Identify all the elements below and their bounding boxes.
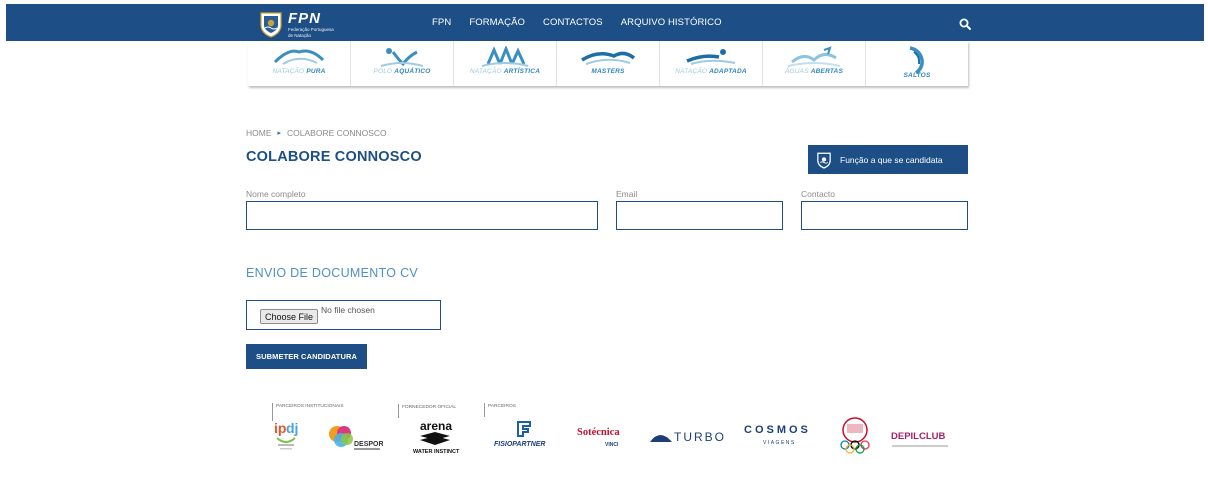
page-title: COLABORE CONNOSCO: [246, 149, 422, 165]
natacao-adaptada-icon: [686, 49, 736, 65]
group-label-partners: PARCEIROS: [484, 403, 516, 417]
main-nav: FPN FORMAÇÃO CONTACTOS ARQUIVO HISTÓRICO: [432, 17, 722, 28]
discipline-natacao-pura[interactable]: NATAÇÃO PURA: [248, 41, 351, 86]
discipline-label: NATAÇÃO PURA: [272, 68, 326, 75]
depilclub-tagline-line: [892, 445, 948, 447]
group-label-supplier: FORNECEDOR OFICIAL: [398, 404, 456, 418]
discipline-saltos[interactable]: SALTOS: [866, 41, 968, 86]
page: FPN Federação Portuguesa de Natação FPN …: [0, 0, 1208, 483]
fisiopartner-name: FISIOPARTNER: [494, 441, 546, 448]
breadcrumb-current: COLABORE CONNOSCO: [287, 128, 387, 138]
discipline-natacao-adaptada[interactable]: NATAÇÃO ADAPTADA: [660, 41, 763, 86]
fpn-logo[interactable]: FPN Federação Portuguesa de Natação: [258, 8, 348, 40]
name-input[interactable]: [246, 201, 598, 230]
arena-diamond-icon: [420, 432, 450, 445]
nav-arquivo-historico[interactable]: ARQUIVO HISTÓRICO: [621, 17, 722, 28]
discipline-label: MASTERS: [591, 68, 625, 75]
email-input[interactable]: [616, 201, 783, 230]
polo-aquatico-icon: [380, 48, 424, 67]
discipline-label: SALTOS: [903, 72, 931, 79]
discipline-label: NATAÇÃO ADAPTADA: [675, 68, 747, 75]
discipline-polo-aquatico[interactable]: POLO AQUÁTICO: [351, 41, 454, 86]
nav-fpn[interactable]: FPN: [432, 17, 451, 28]
no-file-text: No file chosen: [321, 305, 375, 315]
olympic-committee-emblem-icon[interactable]: [834, 416, 876, 454]
fpn-crest-icon: [817, 152, 831, 169]
search-icon[interactable]: [959, 18, 971, 30]
function-select-label: Função a que se candidata: [840, 154, 943, 165]
discipline-natacao-artistica[interactable]: NATAÇÃO ARTÍSTICA: [454, 41, 557, 86]
logo-title: FPN: [288, 9, 321, 27]
fpn-crest-icon: [260, 12, 282, 38]
disciplines-bar: NATAÇÃO PURA POLO AQUÁTICO NATAÇÃO ARTÍS…: [248, 41, 968, 86]
svg-text:dj: dj: [286, 420, 298, 436]
discipline-label: POLO AQUÁTICO: [373, 68, 431, 75]
contact-label: Contacto: [801, 189, 836, 199]
natacao-pura-icon: [273, 49, 325, 65]
nav-contactos[interactable]: CONTACTOS: [543, 17, 603, 28]
natacao-artistica-icon: [481, 46, 529, 67]
depilclub-name: DEPILCLUB: [891, 431, 946, 442]
function-select-button[interactable]: Função a que se candidata: [808, 145, 968, 174]
arena-name: arena: [420, 419, 453, 433]
arena-tagline: WATER INSTINCT: [413, 449, 460, 455]
svg-text:ip: ip: [274, 420, 286, 436]
turbo-logo[interactable]: TURBO: [650, 430, 730, 446]
saltos-icon: [909, 46, 924, 74]
aguas-abertas-icon: [787, 46, 841, 67]
discipline-label: NATAÇÃO ARTÍSTICA: [469, 68, 541, 75]
logo-subtitle-2: de Natação: [288, 32, 312, 38]
masters-icon: [581, 51, 636, 65]
arena-logo[interactable]: arena WATER INSTINCT: [410, 419, 462, 459]
logo-subtitle-1: Federação Portuguesa: [288, 26, 334, 32]
discipline-label: ÁGUAS ABERTAS: [785, 68, 843, 75]
ipdj-logo-icon[interactable]: ip dj: [273, 418, 299, 456]
cosmos-logo[interactable]: COSMOS VIAGENS: [744, 424, 814, 450]
cv-section-title: ENVIO DE DOCUMENTO CV: [246, 266, 419, 280]
submit-application-button[interactable]: SUBMETER CANDIDATURA: [246, 344, 367, 369]
cosmos-name: COSMOS: [744, 424, 811, 436]
discipline-masters[interactable]: MASTERS: [557, 41, 660, 86]
depilclub-logo[interactable]: DEPILCLUB: [891, 431, 953, 453]
cosmos-subtitle: VIAGENS: [763, 440, 796, 446]
sotecnica-name: Sotécnica: [577, 427, 620, 438]
sotecnica-logo[interactable]: Sotécnica VINCI: [577, 427, 639, 453]
choose-file-button[interactable]: Choose File: [260, 309, 319, 324]
top-navbar: FPN Federação Portuguesa de Natação FPN …: [6, 4, 1204, 41]
logo-text: FPN Federação Portuguesa de Natação: [288, 11, 334, 38]
breadcrumb-home[interactable]: HOME: [246, 128, 272, 138]
discipline-aguas-abertas[interactable]: ÁGUAS ABERTAS: [763, 41, 866, 86]
desporto-para-todos-logo-icon[interactable]: DESPORTO: [327, 424, 383, 454]
turbo-name: TURBO: [674, 430, 726, 444]
svg-text:DESPORTO: DESPORTO: [354, 441, 383, 448]
fisiopartner-icon: [517, 421, 531, 437]
breadcrumb-separator-icon: ▸: [277, 130, 282, 137]
cv-file-input: Choose File No file chosen: [246, 300, 441, 330]
name-label: Nome completo: [246, 189, 306, 199]
turbo-wave-icon: [650, 435, 672, 442]
contact-input[interactable]: [801, 201, 968, 230]
fisiopartner-logo[interactable]: FISIOPARTNER: [493, 420, 555, 456]
sotecnica-vinci: VINCI: [605, 442, 619, 448]
nav-formacao[interactable]: FORMAÇÃO: [469, 17, 525, 28]
email-label: Email: [616, 189, 638, 199]
breadcrumb: HOME ▸ COLABORE CONNOSCO: [246, 128, 387, 138]
